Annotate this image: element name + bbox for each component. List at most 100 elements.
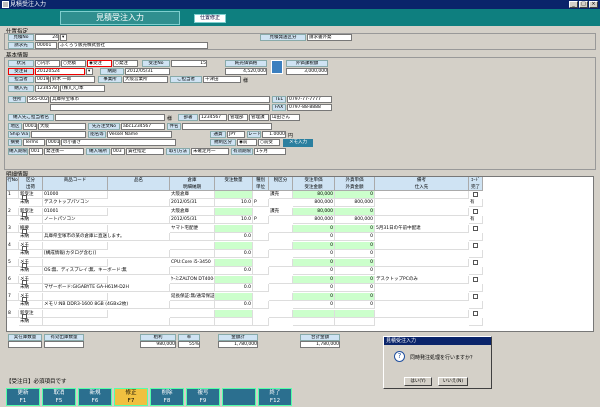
row-chk[interactable] [469,233,483,241]
calc-button[interactable] [271,60,283,74]
row-gaika[interactable]: 0 [335,191,375,199]
row-shuka[interactable]: 未納 [19,318,43,326]
row-name[interactable] [43,318,170,326]
zip-field[interactable]: 565-0022 [27,96,49,103]
row-shuka[interactable]: 未納 [19,233,43,241]
row-unit[interactable]: P [253,199,269,207]
row-chk[interactable] [469,284,483,292]
row-gaika-kin[interactable] [335,318,375,326]
row-zei[interactable]: 課売 [269,191,293,199]
seikyusaki-name-field[interactable]: ふくろう販売株式会社 [58,42,208,49]
hassou-kubun-select[interactable]: 請求書外発 [307,34,352,41]
row-chk[interactable] [469,301,483,309]
gotanto-field[interactable]: 千津田 [203,76,241,83]
row-complete-checkbox[interactable] [473,209,478,214]
row-code[interactable] [43,225,108,233]
status-radio-naiji[interactable]: ○内示 [35,60,60,67]
yakushoku-name-field[interactable]: 山田さん [270,114,300,121]
fkey-button-6[interactable]: 複写 F9 [186,388,220,406]
row-complete-checkbox[interactable] [473,192,478,197]
row-biko[interactable]: デスクトップPCのみ [375,276,469,284]
fkey-button-1[interactable]: 更新 F1 [6,388,40,406]
status-radio-mitsumori[interactable]: ○見積 [61,60,86,67]
memo-input-button[interactable]: メモ入力 [283,139,313,147]
table-row[interactable]: 8新受注未納 [7,310,593,327]
row-nouki[interactable] [170,233,215,241]
row-qty-top[interactable] [215,242,253,250]
row-tanka[interactable]: 0 [293,293,335,301]
row-zei[interactable] [269,276,293,284]
row-name[interactable]: デスクトップパソコン [43,199,170,207]
row-soko[interactable]: CPU:Core i5-3450 [170,259,215,267]
row-number[interactable]: 6 [7,276,19,284]
row-gaika[interactable] [335,310,375,318]
row-tanka[interactable]: 0 [293,225,335,233]
row-qty[interactable]: 0.0 [215,267,253,275]
row-number[interactable]: 4 [7,242,19,250]
row-kingaku[interactable]: 0 [293,284,335,292]
row-nouki[interactable]: 2012/05/31 [170,199,215,207]
row-checkbox[interactable] [22,229,27,234]
row-gaika[interactable]: 0 [335,293,375,301]
row-qty-top[interactable] [215,310,253,318]
tekiyo-code-field[interactable]: 0001 [46,139,60,146]
yakushoku-field[interactable]: 管理課 [249,114,269,121]
row-kingaku[interactable]: 0 [293,267,335,275]
row-gaika-kin[interactable]: 0 [335,267,375,275]
row-soko[interactable]: 大阪倉庫 [170,191,215,199]
row-number[interactable]: 5 [7,259,19,267]
row-gaika-kin[interactable]: 800,000 [335,199,375,207]
tanto-name-field[interactable]: 鈴木 一郎 [50,76,95,83]
row-qty-top[interactable] [215,259,253,267]
row-number[interactable]: 1 [7,191,19,199]
row-name[interactable]: マザーボード:GIGABYTE GA-H61M-D2H [43,284,170,292]
row-biko[interactable]: 5月31日の午前中配達 [375,225,469,233]
row-gaika-kin[interactable]: 0 [335,284,375,292]
address-field-2[interactable] [50,104,270,111]
row-chk[interactable] [469,318,483,326]
row-unit[interactable] [253,267,269,275]
table-row[interactable]: 3摘要未納兵庫県宝塚市の某の倉庫に直送します。ヤマト宅配便0.000005月31… [7,225,593,242]
row-complete-checkbox[interactable] [473,311,478,316]
row-complete-checkbox[interactable] [473,294,478,299]
row-code[interactable] [43,276,108,284]
kisei-radio-maeuke[interactable]: ○前受 [258,139,280,146]
row-soko[interactable]: 延長保証:無/通常保証 [170,293,215,301]
seikyusaki-code-field[interactable]: 00001 [35,42,57,49]
row-complete-checkbox[interactable] [473,260,478,265]
row-zei[interactable]: 課売 [269,208,293,216]
maximize-button[interactable]: □ [579,1,588,8]
nonyusaki-name-field[interactable]: (株)〇〇本 [60,85,105,92]
row-gaika[interactable]: 0 [335,259,375,267]
row-shuka[interactable]: 未納 [19,216,43,224]
row-checkbox[interactable] [22,263,27,268]
row-tanka[interactable]: 0 [293,259,335,267]
yuko-kigen-field[interactable]: 1ヶ月 [254,148,286,155]
mitsumori-no-dropdown[interactable]: ▾ [60,34,67,41]
torihiki-field[interactable]: 未確定月一 [191,148,229,155]
row-code[interactable]: 01000 [43,191,108,199]
row-gaika-kin[interactable]: 0 [335,233,375,241]
row-checkbox[interactable] [22,246,27,251]
row-nouki[interactable] [170,250,215,258]
row-name[interactable]: [構成情報(カタログ含む)] [43,250,170,258]
row-kingaku[interactable]: 800,000 [293,216,335,224]
status-radio-juchu[interactable]: ◉受注 [87,60,112,67]
row-soko[interactable]: 大阪倉庫 [170,208,215,216]
row-biko[interactable] [375,208,469,216]
tekiyo-name-field[interactable]: の小書き [61,139,176,146]
close-button[interactable]: × [589,1,598,8]
juchu-bi-field[interactable]: 20120524 [35,68,85,75]
table-row[interactable]: 4メモ未納[構成情報(カタログ含む)]0.00000 [7,242,593,259]
nonyu-basho-code[interactable]: 003 [111,148,125,155]
tanto-code-field[interactable]: 0019 [35,76,49,83]
senpo-field[interactable]: abc1234567 [121,123,165,130]
fkey-button-7[interactable] [222,388,256,406]
busho-code-field[interactable]: 1234567 [199,114,227,121]
tsuka-field[interactable]: JPY [227,131,245,138]
row-nouki[interactable]: 2012/05/31 [170,216,215,224]
row-number[interactable]: 3 [7,225,19,233]
table-row[interactable]: 5メモ未納OS:無、ディスプレイ:無、キーボード:無CPU:Core i5-34… [7,259,593,276]
row-shuka[interactable]: 未納 [19,199,43,207]
juchu-bi-dropdown[interactable]: ▾ [86,68,93,75]
